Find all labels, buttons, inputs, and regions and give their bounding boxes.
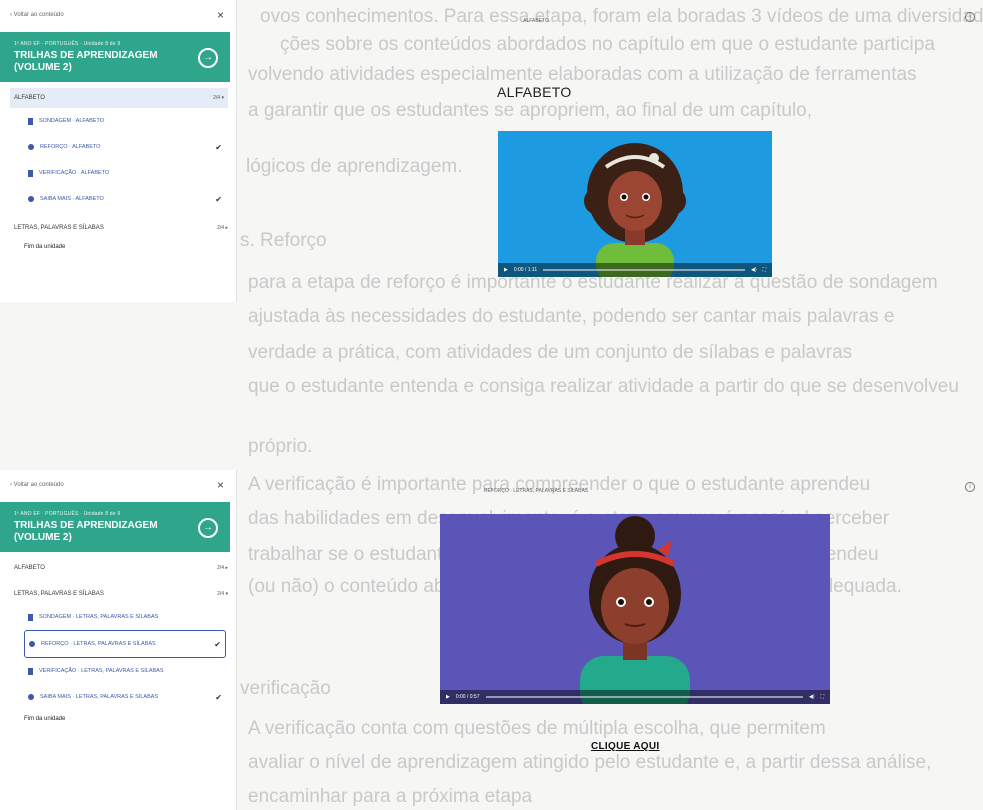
screenshot-panel-2: ‹ Voltar ao conteúdo × 1º ANO EF · PORTU… bbox=[0, 470, 983, 810]
lesson-item[interactable]: SONDAGEM · LETRAS, PALAVRAS E SÍLABAS bbox=[28, 604, 226, 630]
check-icon: ✔ bbox=[215, 194, 222, 204]
screenshot-panel-1: ‹ Voltar ao conteúdo × 1º ANO EF · PORTU… bbox=[0, 0, 983, 302]
course-header: 1º ANO EF · PORTUGUÊS · Unidade 8 de 9 T… bbox=[0, 32, 230, 82]
lesson-item[interactable]: SONDAGEM · ALFABETO bbox=[28, 108, 226, 134]
video-time: 0:00 / 1:11 bbox=[513, 267, 538, 273]
fullscreen-icon[interactable]: ⛶ bbox=[820, 694, 824, 700]
video-controls[interactable]: ▶ 0:00 / 0:57 ◀) ⛶ bbox=[440, 690, 830, 704]
course-breadcrumb: 1º ANO EF · PORTUGUÊS · Unidade 8 de 9 bbox=[14, 511, 121, 517]
module-progress: 2/4 ▾ bbox=[213, 95, 224, 101]
next-arrow-icon[interactable]: → bbox=[198, 518, 218, 538]
dot-icon bbox=[28, 144, 34, 150]
dot-icon bbox=[29, 641, 35, 647]
module-letras[interactable]: LETRAS, PALAVRAS E SÍLABAS 2/4 ▸ bbox=[14, 218, 228, 238]
lesson-item[interactable]: VERIFICAÇÃO · LETRAS, PALAVRAS E SÍLABAS bbox=[28, 658, 226, 684]
content-title: REFORÇO · LETRAS, PALAVRAS E SÍLABAS bbox=[483, 488, 589, 494]
dot-icon bbox=[28, 196, 34, 202]
lesson-item[interactable]: SAIBA MAIS · ALFABETO ✔ bbox=[28, 186, 226, 212]
course-sidebar: ‹ Voltar ao conteúdo × 1º ANO EF · PORTU… bbox=[0, 0, 237, 302]
info-icon[interactable]: i bbox=[965, 482, 975, 492]
video-player[interactable]: ▶ 0:00 / 0:57 ◀) ⛶ bbox=[440, 514, 830, 704]
module-letras[interactable]: LETRAS, PALAVRAS E SÍLABAS 2/4 ▾ bbox=[14, 584, 228, 604]
video-icon bbox=[28, 117, 33, 125]
back-to-content-link[interactable]: ‹ Voltar ao conteúdo bbox=[10, 482, 64, 488]
next-arrow-icon[interactable]: → bbox=[198, 48, 218, 68]
avatar-girl-illustration bbox=[580, 516, 690, 704]
clique-aqui-link[interactable]: CLIQUE AQUI bbox=[591, 741, 660, 752]
bg-line: verdade a prática, com atividades de um … bbox=[248, 342, 853, 363]
avatar-girl-illustration bbox=[584, 143, 686, 277]
module-progress: 2/4 ▸ bbox=[217, 225, 228, 231]
info-icon[interactable]: i bbox=[965, 12, 975, 22]
lesson-heading: ALFABETO bbox=[497, 84, 572, 100]
fullscreen-icon[interactable]: ⛶ bbox=[762, 267, 766, 273]
course-header: 1º ANO EF · PORTUGUÊS · Unidade 8 de 9 T… bbox=[0, 502, 230, 552]
course-title: TRILHAS DE APRENDIZAGEM (VOLUME 2) bbox=[14, 50, 158, 73]
lesson-item[interactable]: SAIBA MAIS · LETRAS, PALAVRAS E SÍLABAS ✔ bbox=[28, 684, 226, 710]
volume-icon[interactable]: ◀) bbox=[809, 694, 815, 700]
end-of-unit: Fim da unidade bbox=[24, 244, 66, 250]
volume-icon[interactable]: ◀) bbox=[751, 267, 757, 273]
check-icon: ✔ bbox=[214, 639, 221, 649]
video-player[interactable]: ▶ 0:00 / 1:11 ◀) ⛶ bbox=[498, 131, 772, 277]
bg-line: próprio. bbox=[248, 436, 313, 457]
module-label: LETRAS, PALAVRAS E SÍLABAS bbox=[14, 225, 104, 231]
module-progress: 2/4 ▸ bbox=[217, 565, 228, 571]
bg-line: ajustada às necessidades do estudante, p… bbox=[248, 306, 895, 327]
play-icon[interactable]: ▶ bbox=[446, 694, 450, 700]
close-icon[interactable]: × bbox=[217, 8, 224, 22]
video-icon bbox=[28, 169, 33, 177]
video-progress-track[interactable] bbox=[485, 696, 803, 698]
play-icon[interactable]: ▶ bbox=[504, 267, 508, 273]
module-label: ALFABETO bbox=[14, 95, 45, 101]
module-alfabeto[interactable]: ALFABETO 2/4 ▾ bbox=[10, 88, 228, 108]
content-title: ALFABETO bbox=[523, 18, 549, 24]
module-progress: 2/4 ▾ bbox=[217, 591, 228, 597]
lesson-item[interactable]: VERIFICAÇÃO · ALFABETO bbox=[28, 160, 226, 186]
module-label: ALFABETO bbox=[14, 565, 45, 571]
video-icon bbox=[28, 613, 33, 621]
module-alfabeto[interactable]: ALFABETO 2/4 ▸ bbox=[14, 558, 228, 578]
video-time: 0:00 / 0:57 bbox=[455, 694, 480, 700]
video-progress-track[interactable] bbox=[543, 269, 745, 271]
check-icon: ✔ bbox=[215, 692, 222, 702]
module-label: LETRAS, PALAVRAS E SÍLABAS bbox=[14, 591, 104, 597]
dot-icon bbox=[28, 694, 34, 700]
close-icon[interactable]: × bbox=[217, 478, 224, 492]
course-title: TRILHAS DE APRENDIZAGEM (VOLUME 2) bbox=[14, 520, 158, 543]
video-controls[interactable]: ▶ 0:00 / 1:11 ◀) ⛶ bbox=[498, 263, 772, 277]
course-sidebar: ‹ Voltar ao conteúdo × 1º ANO EF · PORTU… bbox=[0, 470, 237, 810]
bg-line: que o estudante entenda e consiga realiz… bbox=[248, 376, 959, 397]
video-icon bbox=[28, 667, 33, 675]
lesson-item-selected[interactable]: REFORÇO · LETRAS, PALAVRAS E SÍLABAS ✔ bbox=[24, 630, 226, 658]
check-icon: ✔ bbox=[215, 142, 222, 152]
back-to-content-link[interactable]: ‹ Voltar ao conteúdo bbox=[10, 12, 64, 18]
course-breadcrumb: 1º ANO EF · PORTUGUÊS · Unidade 8 de 9 bbox=[14, 41, 121, 47]
lesson-item[interactable]: REFORÇO · ALFABETO ✔ bbox=[28, 134, 226, 160]
end-of-unit: Fim da unidade bbox=[24, 716, 66, 722]
